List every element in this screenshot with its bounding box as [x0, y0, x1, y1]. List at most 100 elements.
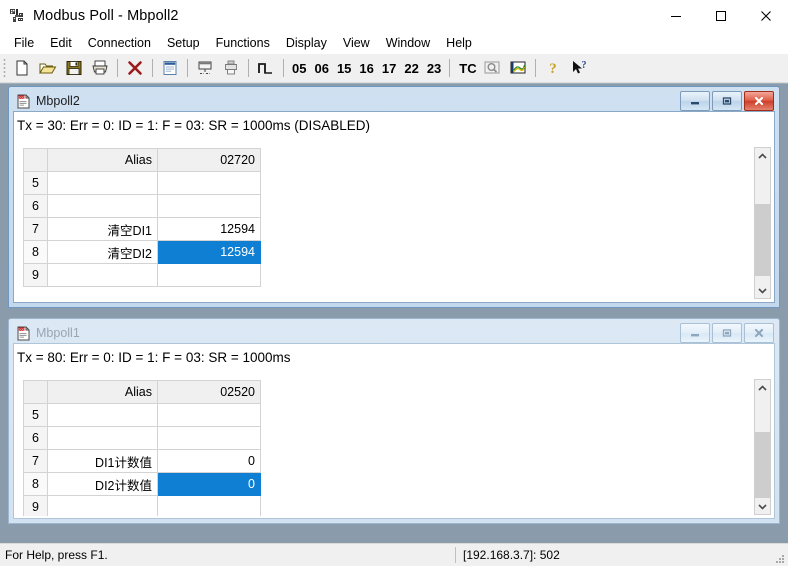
read-write-definition-icon [161, 59, 179, 77]
scroll-thumb[interactable] [755, 204, 770, 276]
menu-item-edit[interactable]: Edit [42, 34, 80, 52]
print-button[interactable] [88, 56, 112, 80]
function-code-16-button[interactable]: 16 [356, 61, 376, 76]
function-code-22-button[interactable]: 22 [401, 61, 421, 76]
table-row[interactable]: 7 DI1计数值 0 [24, 450, 261, 473]
svg-text:?: ? [549, 61, 557, 77]
row-number: 7 [24, 218, 48, 241]
mdi-minimize-button-mbpoll1[interactable] [680, 323, 710, 343]
column-header-address[interactable]: 02520 [158, 381, 261, 404]
menu-item-setup[interactable]: Setup [159, 34, 208, 52]
table-row[interactable]: 5 [24, 172, 261, 195]
menu-item-view[interactable]: View [335, 34, 378, 52]
tc-button[interactable]: TC [457, 61, 478, 76]
open-folder-icon [39, 59, 57, 77]
column-header-address[interactable]: 02720 [158, 149, 261, 172]
close-button[interactable] [743, 0, 788, 32]
menu-item-connection[interactable]: Connection [80, 34, 159, 52]
chevron-up-icon [758, 153, 767, 160]
vertical-scrollbar-mbpoll1[interactable] [754, 379, 771, 515]
row-number: 8 [24, 473, 48, 496]
mdi-restore-button-mbpoll2[interactable] [712, 91, 742, 111]
maximize-button[interactable] [698, 0, 743, 32]
mdi-titlebar-mbpoll2[interactable]: DOC Mbpoll2 [13, 91, 775, 111]
mdi-restore-button-mbpoll1[interactable] [712, 323, 742, 343]
cell-alias[interactable]: DI1计数值 [48, 450, 158, 473]
open-file-button[interactable] [36, 56, 60, 80]
poll-definition-button[interactable] [193, 56, 217, 80]
disconnect-button[interactable] [123, 56, 147, 80]
menu-item-functions[interactable]: Functions [208, 34, 278, 52]
function-code-17-button[interactable]: 17 [379, 61, 399, 76]
cell-alias[interactable] [48, 404, 158, 427]
toolbar-separator [152, 59, 153, 77]
print-preview-button[interactable] [219, 56, 243, 80]
toolbar: 05 06 15 16 17 22 23 TC ? [0, 54, 788, 83]
function-code-15-button[interactable]: 15 [334, 61, 354, 76]
table-row[interactable]: 7 清空DI1 12594 [24, 218, 261, 241]
chart-graph-button[interactable] [506, 56, 530, 80]
resize-grip[interactable] [774, 553, 786, 565]
function-code-23-button[interactable]: 23 [424, 61, 444, 76]
menu-item-display[interactable]: Display [278, 34, 335, 52]
save-button[interactable] [62, 56, 86, 80]
column-header-alias[interactable]: Alias [48, 381, 158, 404]
mdi-window-mbpoll2[interactable]: DOC Mbpoll2 [8, 86, 780, 308]
scroll-thumb[interactable] [755, 432, 770, 498]
function-code-06-button[interactable]: 06 [311, 61, 331, 76]
scroll-up-button[interactable] [755, 148, 770, 164]
table-row[interactable]: 9 [24, 264, 261, 287]
register-grid-host-mbpoll1: Alias 02520 5 [23, 380, 753, 516]
scroll-down-button[interactable] [755, 498, 770, 514]
magnifier-icon [483, 59, 501, 77]
read-write-definition-button[interactable] [158, 56, 182, 80]
cell-value[interactable] [158, 404, 261, 427]
menu-item-window[interactable]: Window [378, 34, 438, 52]
cell-alias[interactable] [48, 496, 158, 517]
cell-alias[interactable]: DI2计数值 [48, 473, 158, 496]
cell-value-selected[interactable]: 12594 [158, 241, 261, 264]
cell-value[interactable] [158, 496, 261, 517]
function-code-05-button[interactable]: 05 [289, 61, 309, 76]
close-icon [752, 327, 766, 339]
mdi-window-mbpoll1[interactable]: DOC Mbpoll1 [8, 318, 780, 524]
scroll-down-button[interactable] [755, 282, 770, 298]
cell-value[interactable]: 12594 [158, 218, 261, 241]
context-help-button[interactable]: ? [567, 56, 591, 80]
cell-alias[interactable]: 清空DI1 [48, 218, 158, 241]
cell-alias[interactable] [48, 195, 158, 218]
table-row[interactable]: 5 [24, 404, 261, 427]
pulse-signal-button[interactable] [254, 56, 278, 80]
cell-value[interactable] [158, 427, 261, 450]
table-row[interactable]: 9 [24, 496, 261, 517]
scroll-up-button[interactable] [755, 380, 770, 396]
table-row[interactable]: 8 DI2计数值 0 [24, 473, 261, 496]
table-row[interactable]: 8 清空DI2 12594 [24, 241, 261, 264]
magnifier-button[interactable] [480, 56, 504, 80]
vertical-scrollbar-mbpoll2[interactable] [754, 147, 771, 299]
cell-alias[interactable] [48, 264, 158, 287]
cell-alias[interactable]: 清空DI2 [48, 241, 158, 264]
table-row[interactable]: 6 [24, 427, 261, 450]
table-row[interactable]: 6 [24, 195, 261, 218]
column-header-alias[interactable]: Alias [48, 149, 158, 172]
mdi-close-button-mbpoll1[interactable] [744, 323, 774, 343]
menu-item-file[interactable]: File [6, 34, 42, 52]
cell-value[interactable] [158, 195, 261, 218]
minimize-icon [688, 327, 702, 339]
cell-value-selected[interactable]: 0 [158, 473, 261, 496]
help-button[interactable]: ? [541, 56, 565, 80]
column-header-rownum[interactable] [24, 149, 48, 172]
mdi-minimize-button-mbpoll2[interactable] [680, 91, 710, 111]
menu-item-help[interactable]: Help [438, 34, 480, 52]
minimize-button[interactable] [653, 0, 698, 32]
mdi-titlebar-mbpoll1[interactable]: DOC Mbpoll1 [13, 323, 775, 343]
cell-value[interactable] [158, 264, 261, 287]
cell-alias[interactable] [48, 172, 158, 195]
mdi-close-button-mbpoll2[interactable] [744, 91, 774, 111]
cell-alias[interactable] [48, 427, 158, 450]
cell-value[interactable]: 0 [158, 450, 261, 473]
cell-value[interactable] [158, 172, 261, 195]
column-header-rownum[interactable] [24, 381, 48, 404]
new-document-button[interactable] [10, 56, 34, 80]
